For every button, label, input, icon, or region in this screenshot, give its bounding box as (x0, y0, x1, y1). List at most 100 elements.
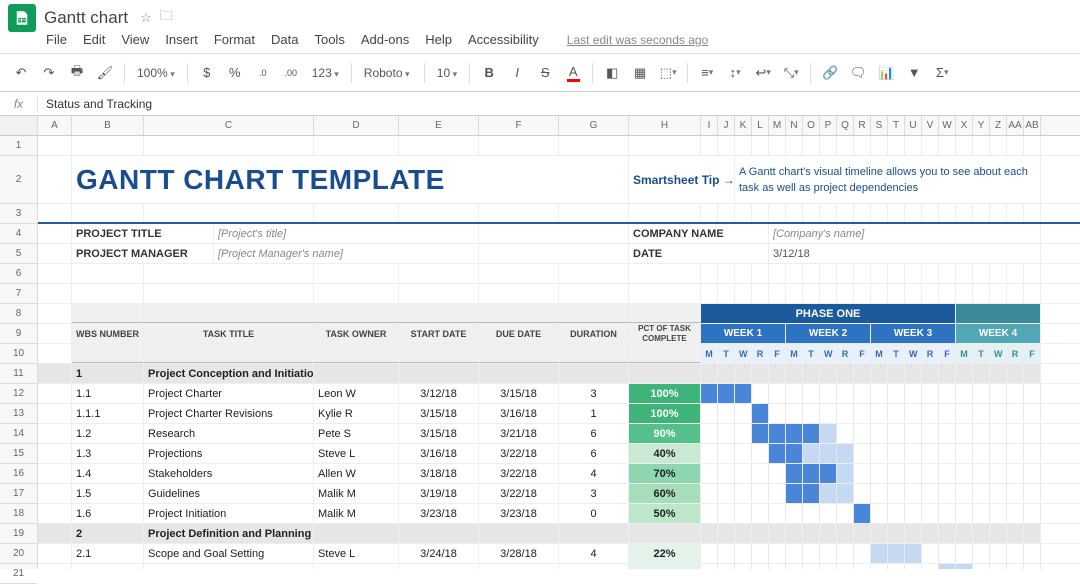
cell[interactable] (735, 384, 752, 403)
cell[interactable] (718, 464, 735, 483)
select-all-corner[interactable] (0, 116, 37, 136)
cell[interactable]: Budget (144, 564, 314, 569)
paint-format-icon[interactable]: 🖌 (92, 60, 118, 86)
cell[interactable] (956, 364, 973, 383)
cell[interactable] (990, 524, 1007, 543)
cell[interactable]: Malik M (314, 504, 399, 523)
cell[interactable] (786, 384, 803, 403)
cell[interactable] (314, 524, 399, 543)
cell[interactable] (314, 344, 399, 363)
cell[interactable] (769, 136, 786, 155)
cell[interactable]: 1 (559, 404, 629, 423)
cell[interactable] (735, 136, 752, 155)
cell[interactable] (752, 364, 769, 383)
cell[interactable]: 3 (559, 484, 629, 503)
cell[interactable]: 3/22/18 (479, 444, 559, 463)
fill-color-icon[interactable]: ◧ (599, 60, 625, 86)
cell[interactable] (922, 264, 939, 283)
formula-input[interactable]: Status and Tracking (38, 97, 1080, 111)
cell[interactable] (38, 544, 72, 563)
row-header[interactable]: 11 (0, 364, 37, 384)
cell[interactable] (752, 136, 769, 155)
cell[interactable] (769, 424, 786, 443)
menu-insert[interactable]: Insert (165, 32, 198, 47)
row-header[interactable]: 16 (0, 464, 37, 484)
cell[interactable]: 3/23/18 (399, 504, 479, 523)
cell[interactable] (769, 524, 786, 543)
day-header[interactable]: F (939, 344, 956, 363)
cell[interactable] (888, 544, 905, 563)
cell[interactable] (701, 524, 718, 543)
cell[interactable] (854, 544, 871, 563)
cell[interactable] (1007, 464, 1024, 483)
cell[interactable] (888, 464, 905, 483)
cell[interactable] (871, 204, 888, 222)
cell[interactable] (38, 304, 72, 323)
cell[interactable] (314, 136, 399, 155)
column-header[interactable]: AB (1024, 116, 1041, 135)
cell[interactable] (559, 264, 629, 283)
cell[interactable] (854, 504, 871, 523)
row-header[interactable]: 21 (0, 564, 37, 584)
cell[interactable] (837, 504, 854, 523)
column-header[interactable]: G (559, 116, 629, 135)
cell[interactable] (38, 444, 72, 463)
cell[interactable]: Project Charter Revisions (144, 404, 314, 423)
cell[interactable] (905, 444, 922, 463)
font-select[interactable]: Roboto (358, 66, 418, 80)
cell[interactable] (854, 384, 871, 403)
column-header[interactable]: U (905, 116, 922, 135)
cell[interactable] (837, 404, 854, 423)
cell[interactable] (399, 284, 479, 303)
cell[interactable] (1007, 264, 1024, 283)
cell[interactable] (939, 464, 956, 483)
cell[interactable] (735, 424, 752, 443)
week-header[interactable]: WEEK 2 (786, 324, 871, 343)
column-header[interactable]: M (769, 116, 786, 135)
cell[interactable] (559, 344, 629, 363)
bold-icon[interactable]: B (476, 60, 502, 86)
cell[interactable] (956, 136, 973, 155)
cell[interactable] (701, 284, 718, 303)
cell[interactable] (1007, 424, 1024, 443)
week-header[interactable]: WEEK 3 (871, 324, 956, 343)
cell[interactable]: TASK OWNER (314, 324, 399, 343)
day-header[interactable]: W (905, 344, 922, 363)
cell[interactable] (786, 404, 803, 423)
cell[interactable] (38, 156, 72, 203)
cell[interactable] (1024, 544, 1041, 563)
cell[interactable] (38, 384, 72, 403)
menu-format[interactable]: Format (214, 32, 255, 47)
cell[interactable] (701, 384, 718, 403)
cell[interactable] (399, 264, 479, 283)
cell[interactable] (820, 404, 837, 423)
cell[interactable] (479, 284, 559, 303)
cell[interactable]: 3/28/18 (479, 544, 559, 563)
cell[interactable] (1007, 504, 1024, 523)
cell[interactable] (922, 384, 939, 403)
cell[interactable] (735, 564, 752, 569)
cell[interactable] (1007, 364, 1024, 383)
cell[interactable] (718, 136, 735, 155)
cell[interactable] (871, 544, 888, 563)
cell[interactable]: 50% (629, 504, 701, 523)
cell[interactable] (803, 284, 820, 303)
cell[interactable]: Malik M (314, 484, 399, 503)
cell[interactable] (701, 504, 718, 523)
column-header[interactable]: AA (1007, 116, 1024, 135)
cell[interactable] (820, 544, 837, 563)
cell[interactable] (871, 524, 888, 543)
cell[interactable] (399, 204, 479, 222)
cell[interactable]: 60% (629, 484, 701, 503)
cell[interactable] (854, 564, 871, 569)
cell[interactable] (629, 344, 701, 363)
cell[interactable] (973, 384, 990, 403)
cell[interactable] (786, 364, 803, 383)
cell[interactable] (973, 364, 990, 383)
cell[interactable]: 1 (72, 364, 144, 383)
cell[interactable] (854, 464, 871, 483)
cell[interactable] (871, 464, 888, 483)
cell[interactable]: Projections (144, 444, 314, 463)
cell[interactable] (803, 384, 820, 403)
cell[interactable] (718, 264, 735, 283)
